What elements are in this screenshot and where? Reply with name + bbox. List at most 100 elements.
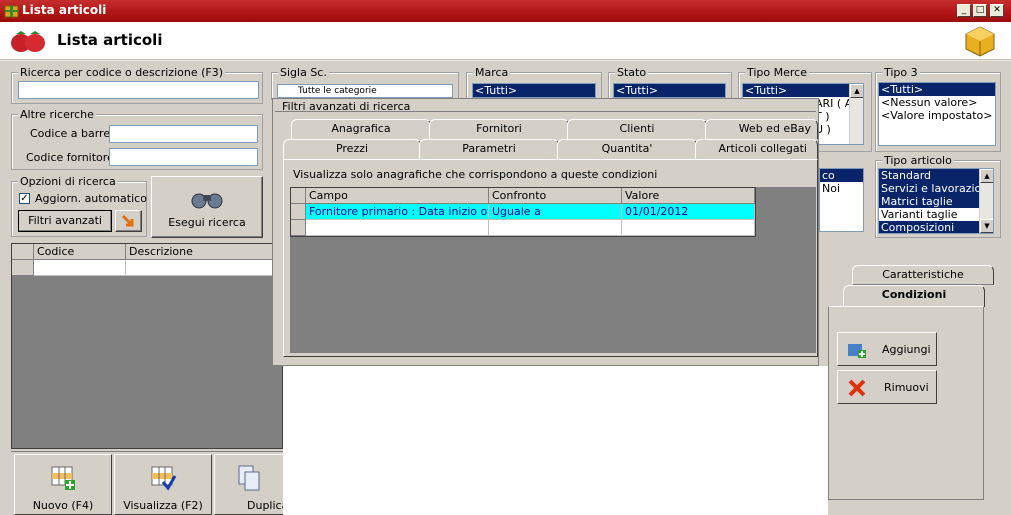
panel-description: Visualizza solo anagrafiche che corrispo… bbox=[293, 168, 658, 181]
article-grid[interactable]: Codice Descrizione bbox=[11, 243, 283, 449]
conditions-grid[interactable]: Campo Confronto Valore Fornitore primari… bbox=[290, 187, 756, 237]
tipo-articolo-label: Tipo articolo bbox=[882, 154, 954, 167]
tipo-merce-item[interactable]: <Tutti> bbox=[743, 84, 863, 97]
column-header-codice[interactable]: Codice bbox=[34, 244, 126, 260]
tipo-articolo-item[interactable]: Servizi e lavorazioni bbox=[879, 182, 993, 195]
scroll-down-icon[interactable]: ▼ bbox=[980, 219, 993, 233]
sigla-label: Sigla Sc. bbox=[278, 66, 329, 79]
tab-caratteristiche-label: Caratteristiche bbox=[882, 268, 964, 281]
column-header-campo[interactable]: Campo bbox=[306, 188, 489, 204]
condition-comparison-cell[interactable]: Uguale a bbox=[489, 204, 622, 220]
page-title: Lista articoli bbox=[57, 31, 163, 49]
tipo-articolo-item[interactable]: Matrici taglie bbox=[879, 195, 993, 208]
tab-articoli-collegati[interactable]: Articoli collegati bbox=[695, 139, 818, 159]
new-grid-icon bbox=[51, 466, 75, 490]
tab-parametri[interactable]: Parametri bbox=[419, 139, 559, 159]
tipo-articolo-scrollbar[interactable]: ▲ ▼ bbox=[979, 169, 993, 233]
remove-button[interactable]: Rimuovi bbox=[837, 370, 937, 404]
duplicate-button[interactable]: Duplica bbox=[214, 454, 283, 515]
search-options-label: Opzioni di ricerca bbox=[18, 175, 118, 188]
condition-value-cell[interactable]: 01/01/2012 bbox=[622, 204, 755, 220]
duplicate-button-label: Duplica bbox=[247, 499, 283, 512]
condition-comparison-cell[interactable] bbox=[489, 220, 622, 236]
add-button-label: Aggiungi bbox=[882, 343, 931, 356]
tab-caratteristiche[interactable]: Caratteristiche bbox=[852, 265, 994, 285]
grid-cell[interactable] bbox=[34, 260, 126, 276]
conditions-grid-corner bbox=[291, 188, 306, 204]
row-header[interactable] bbox=[291, 220, 306, 236]
view-grid-icon bbox=[151, 466, 177, 491]
condition-value-cell[interactable] bbox=[622, 220, 755, 236]
tab-condizioni[interactable]: Condizioni bbox=[843, 285, 985, 307]
tab-web-ebay-label: Web ed eBay bbox=[738, 122, 811, 135]
tipo3-list[interactable]: <Tutti> <Nessun valore> <Valore impostat… bbox=[878, 82, 996, 146]
grid-corner bbox=[12, 244, 34, 260]
advanced-filters-label: Filtri avanzati bbox=[28, 214, 102, 227]
add-icon bbox=[848, 344, 866, 358]
column-header-descrizione[interactable]: Descrizione bbox=[126, 244, 283, 260]
tipo-articolo-list[interactable]: Standard Servizi e lavorazioni Matrici t… bbox=[878, 168, 994, 234]
condition-field-cell[interactable] bbox=[306, 220, 489, 236]
tipo-articolo-item[interactable]: Composizioni bbox=[879, 221, 993, 233]
marca-list[interactable]: <Tutti> bbox=[472, 83, 596, 98]
strawberries-icon bbox=[11, 31, 45, 52]
tab-fornitori-label: Fornitori bbox=[476, 122, 522, 135]
tab-web-ebay[interactable]: Web ed eBay bbox=[705, 119, 818, 139]
minimize-button[interactable]: _ bbox=[957, 4, 971, 17]
view-button-label: Visualizza (F2) bbox=[123, 499, 203, 512]
tipo3-label: Tipo 3 bbox=[882, 66, 920, 79]
advanced-filters-panel: Filtri avanzati di ricerca Anagrafica Fo… bbox=[272, 98, 819, 366]
tipo-articolo-item[interactable]: Standard bbox=[879, 169, 993, 182]
marca-label: Marca bbox=[473, 66, 511, 79]
sigla-select[interactable]: Tutte le categorie bbox=[277, 84, 453, 98]
maximize-button[interactable]: □ bbox=[973, 4, 987, 17]
column-header-confronto[interactable]: Confronto bbox=[489, 188, 622, 204]
tipo3-item[interactable]: <Nessun valore> bbox=[879, 96, 995, 109]
other-search-label: Altre ricerche bbox=[18, 108, 96, 121]
close-button[interactable]: ✕ bbox=[990, 4, 1004, 17]
partial-item[interactable]: co bbox=[820, 169, 863, 182]
advanced-filters-button[interactable]: Filtri avanzati bbox=[18, 210, 112, 232]
partial-list[interactable]: co Noi bbox=[819, 168, 864, 232]
panel-divider bbox=[275, 111, 816, 112]
condition-field-cell[interactable]: Fornitore primario : Data inizio offerta bbox=[306, 204, 489, 220]
tipo-merce-label: Tipo Merce bbox=[745, 66, 810, 79]
reset-filters-button[interactable] bbox=[115, 210, 142, 232]
tab-fornitori[interactable]: Fornitori bbox=[429, 119, 569, 139]
row-header[interactable] bbox=[291, 204, 306, 220]
search-input[interactable] bbox=[18, 81, 259, 99]
tab-quantita[interactable]: Quantita' bbox=[557, 139, 697, 159]
new-button[interactable]: Nuovo (F4) bbox=[14, 454, 112, 515]
tab-clienti[interactable]: Clienti bbox=[567, 119, 707, 139]
scroll-up-icon[interactable]: ▲ bbox=[980, 169, 993, 183]
auto-update-checkbox[interactable]: ✓ bbox=[19, 193, 30, 204]
arrow-icon bbox=[121, 214, 133, 227]
supplier-code-input[interactable] bbox=[109, 148, 258, 166]
tipo3-item[interactable]: <Valore impostato> bbox=[879, 109, 995, 122]
app-icon bbox=[4, 5, 19, 18]
grid-cell[interactable] bbox=[126, 260, 283, 276]
tab-quantita-label: Quantita' bbox=[601, 142, 653, 155]
stato-list[interactable]: <Tutti> bbox=[613, 83, 726, 98]
tab-prezzi[interactable]: Prezzi bbox=[283, 139, 421, 159]
view-button[interactable]: Visualizza (F2) bbox=[114, 454, 212, 515]
tab-anagrafica[interactable]: Anagrafica bbox=[291, 119, 431, 139]
row-header[interactable] bbox=[12, 260, 34, 276]
tab-articoli-collegati-label: Articoli collegati bbox=[718, 142, 807, 155]
remove-button-label: Rimuovi bbox=[884, 381, 929, 394]
tab-anagrafica-label: Anagrafica bbox=[331, 122, 391, 135]
tipo-articolo-item[interactable]: Varianti taglie bbox=[879, 208, 993, 221]
column-header-valore[interactable]: Valore bbox=[622, 188, 755, 204]
tipo-merce-scrollbar[interactable]: ▲ bbox=[849, 84, 863, 144]
search-button[interactable]: Esegui ricerca bbox=[151, 176, 263, 238]
binoculars-icon bbox=[191, 193, 223, 209]
auto-update-label: Aggiorn. automatico bbox=[35, 192, 147, 205]
barcode-input[interactable] bbox=[109, 125, 258, 143]
marca-item[interactable]: <Tutti> bbox=[473, 84, 595, 97]
supplier-code-label: Codice fornitore : bbox=[26, 151, 122, 164]
add-button[interactable]: Aggiungi bbox=[837, 332, 937, 366]
tipo3-item[interactable]: <Tutti> bbox=[879, 83, 995, 96]
stato-item[interactable]: <Tutti> bbox=[614, 84, 725, 97]
scroll-up-icon[interactable]: ▲ bbox=[850, 84, 863, 98]
partial-item[interactable]: Noi bbox=[820, 182, 863, 195]
